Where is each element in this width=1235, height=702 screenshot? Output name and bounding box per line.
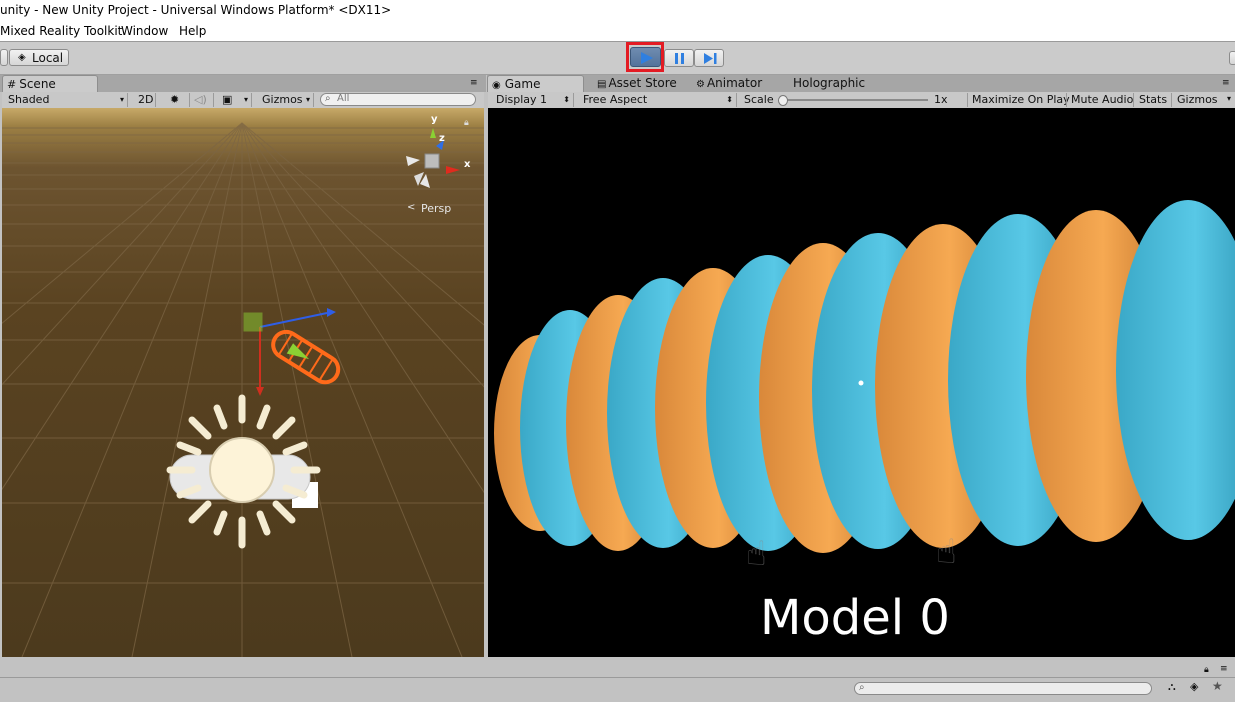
animator-icon: ⚙ bbox=[696, 79, 705, 90]
dropdown-arrow-icon: ⬍ bbox=[563, 95, 570, 104]
dropdown-arrow-icon: ▾ bbox=[243, 95, 248, 104]
tab-animator[interactable]: ⚙ Animator bbox=[692, 75, 782, 92]
pivot-rotation-label: Local bbox=[32, 51, 64, 65]
gizmo-z-label: z bbox=[439, 133, 445, 144]
scene-toolbar: Shaded ▾ 2D ✹ ◁) ▣ ▾ Gizmos ▾ ⌕ All bbox=[2, 92, 484, 109]
game-tab-strip: ◉ Game ▤ Asset Store ⚙ Animator Holographic… bbox=[487, 75, 1235, 92]
scene-tab-strip: # Scene ≡ bbox=[0, 75, 486, 92]
window-title: unity - New Unity Project - Universal Wi… bbox=[0, 3, 392, 17]
tab-scene[interactable]: # Scene bbox=[2, 75, 98, 92]
pivot-rotation-button[interactable]: ◈ Local bbox=[9, 49, 69, 66]
toolbar-left-button[interactable] bbox=[0, 49, 8, 66]
game-viewport[interactable]: ☝ ☝ Model 0 bbox=[488, 108, 1235, 657]
aspect-dropdown[interactable]: Free Aspect ⬍ bbox=[579, 93, 737, 107]
scale-label: Scale bbox=[744, 93, 774, 106]
toolbar-separator bbox=[967, 93, 968, 107]
sun-icon: ✹ bbox=[170, 93, 180, 106]
lock-icon[interactable]: 🔒︎ bbox=[464, 118, 469, 128]
dropdown-arrow-icon: ⬍ bbox=[726, 95, 733, 104]
menu-icon[interactable]: ≡ bbox=[1222, 78, 1230, 88]
main-toolbar: ◈ Local bbox=[0, 42, 1235, 75]
model-render bbox=[494, 200, 1235, 553]
menu-window[interactable]: Window bbox=[121, 24, 168, 38]
audio-icon: ◁) bbox=[194, 93, 207, 106]
step-icon bbox=[704, 53, 717, 64]
cube-icon: ◈ bbox=[18, 52, 26, 63]
window-title-bar: unity - New Unity Project - Universal Wi… bbox=[0, 0, 1235, 22]
menu-icon[interactable]: ≡ bbox=[470, 78, 478, 88]
tab-animator-label: Animator bbox=[706, 76, 763, 90]
filter-label-icon[interactable]: ◈ bbox=[1190, 680, 1198, 693]
scene-gizmos-dropdown[interactable]: Gizmos ▾ bbox=[258, 93, 314, 107]
toggle-2d-label: 2D bbox=[138, 93, 154, 106]
scene-gizmos-label: Gizmos bbox=[262, 93, 303, 106]
menu-mixed-reality-toolkit[interactable]: Mixed Reality Toolkit bbox=[0, 24, 122, 38]
menu-icon[interactable]: ≡ bbox=[1220, 664, 1228, 674]
project-search-field[interactable]: ⌕ bbox=[854, 682, 1152, 695]
toolbar-separator bbox=[1066, 93, 1067, 107]
search-icon: ⌕ bbox=[325, 93, 331, 104]
tab-holographic-label: Holographic bbox=[793, 76, 866, 90]
hand-icon: ☝ bbox=[936, 532, 957, 572]
play-icon bbox=[641, 52, 653, 64]
tab-asset-store[interactable]: ▤ Asset Store bbox=[593, 75, 693, 92]
mute-audio-toggle[interactable]: Mute Audio bbox=[1071, 93, 1133, 106]
tab-holographic[interactable]: Holographic bbox=[789, 75, 879, 92]
menu-help[interactable]: Help bbox=[179, 24, 206, 38]
dropdown-arrow-icon: ▾ bbox=[305, 95, 310, 104]
tab-scene-label: Scene bbox=[19, 77, 56, 91]
maximize-on-play-toggle[interactable]: Maximize On Play bbox=[972, 93, 1070, 106]
display-dropdown[interactable]: Display 1 ⬍ bbox=[492, 93, 574, 107]
shading-mode-dropdown[interactable]: Shaded ▾ bbox=[4, 93, 128, 107]
scale-value: 1x bbox=[934, 93, 948, 106]
toolbar-separator bbox=[1171, 93, 1172, 107]
scene-search-placeholder: All bbox=[337, 93, 350, 104]
model-label: Model 0 bbox=[760, 590, 950, 646]
hand-icon: ☝ bbox=[746, 534, 767, 574]
toolbar-separator bbox=[1133, 93, 1134, 107]
game-toolbar: Display 1 ⬍ Free Aspect ⬍ Scale 1x Maximiz… bbox=[488, 92, 1235, 109]
display-label: Display 1 bbox=[496, 93, 548, 106]
tab-game-label: Game bbox=[504, 77, 541, 91]
favorite-star-icon[interactable]: ★ bbox=[1212, 679, 1223, 693]
shading-mode-label: Shaded bbox=[8, 93, 50, 106]
gizmo-y-label: y bbox=[431, 114, 438, 125]
effects-dropdown[interactable]: ▣ ▾ bbox=[218, 93, 252, 107]
persp-label[interactable]: Persp bbox=[421, 202, 451, 215]
grid-icon: # bbox=[7, 78, 17, 91]
pause-icon bbox=[675, 53, 684, 64]
gamepad-icon: ◉ bbox=[492, 80, 501, 91]
filter-type-icon[interactable]: ⛬ bbox=[1168, 680, 1176, 694]
bottom-panel: 🔒︎ ≡ ⌕ ⛬ ◈ ★ bbox=[0, 657, 1235, 702]
panel-divider bbox=[0, 677, 1235, 678]
scene-search-field[interactable]: ⌕ All bbox=[320, 93, 476, 106]
stats-toggle[interactable]: Stats bbox=[1139, 93, 1167, 106]
sun-icon[interactable] bbox=[162, 390, 322, 555]
toolbar-right-button[interactable] bbox=[1229, 51, 1235, 65]
image-icon: ▣ bbox=[222, 93, 233, 106]
lighting-toggle[interactable]: ✹ bbox=[166, 93, 190, 107]
audio-toggle[interactable]: ◁) bbox=[190, 93, 214, 107]
selected-object-gizmo[interactable] bbox=[232, 303, 352, 403]
step-button[interactable] bbox=[694, 49, 724, 67]
gizmo-x-label: x bbox=[464, 159, 471, 170]
menu-bar: Mixed Reality Toolkit Window Help bbox=[0, 22, 1235, 42]
persp-arrow-icon: < bbox=[407, 202, 416, 213]
gizmo-axis-icon[interactable] bbox=[398, 116, 478, 196]
scale-slider-handle[interactable] bbox=[778, 95, 788, 106]
aspect-label: Free Aspect bbox=[583, 93, 648, 106]
asset-store-icon: ▤ bbox=[597, 79, 607, 90]
tab-game[interactable]: ◉ Game bbox=[487, 75, 584, 92]
play-button[interactable] bbox=[630, 47, 661, 67]
search-icon: ⌕ bbox=[859, 682, 865, 693]
lock-icon[interactable]: 🔒︎ bbox=[1204, 665, 1209, 675]
game-gizmos-dropdown[interactable]: Gizmos bbox=[1177, 93, 1218, 106]
pause-button[interactable] bbox=[664, 49, 694, 67]
tab-asset-store-label: Asset Store bbox=[608, 76, 677, 90]
scale-slider-track[interactable] bbox=[780, 99, 928, 101]
dropdown-arrow-icon: ▾ bbox=[119, 95, 124, 104]
dropdown-arrow-icon: ▾ bbox=[1227, 94, 1232, 103]
scene-viewport[interactable]: y x z 🔒︎ < Persp bbox=[2, 108, 484, 657]
toggle-2d-button[interactable]: 2D bbox=[134, 93, 156, 107]
